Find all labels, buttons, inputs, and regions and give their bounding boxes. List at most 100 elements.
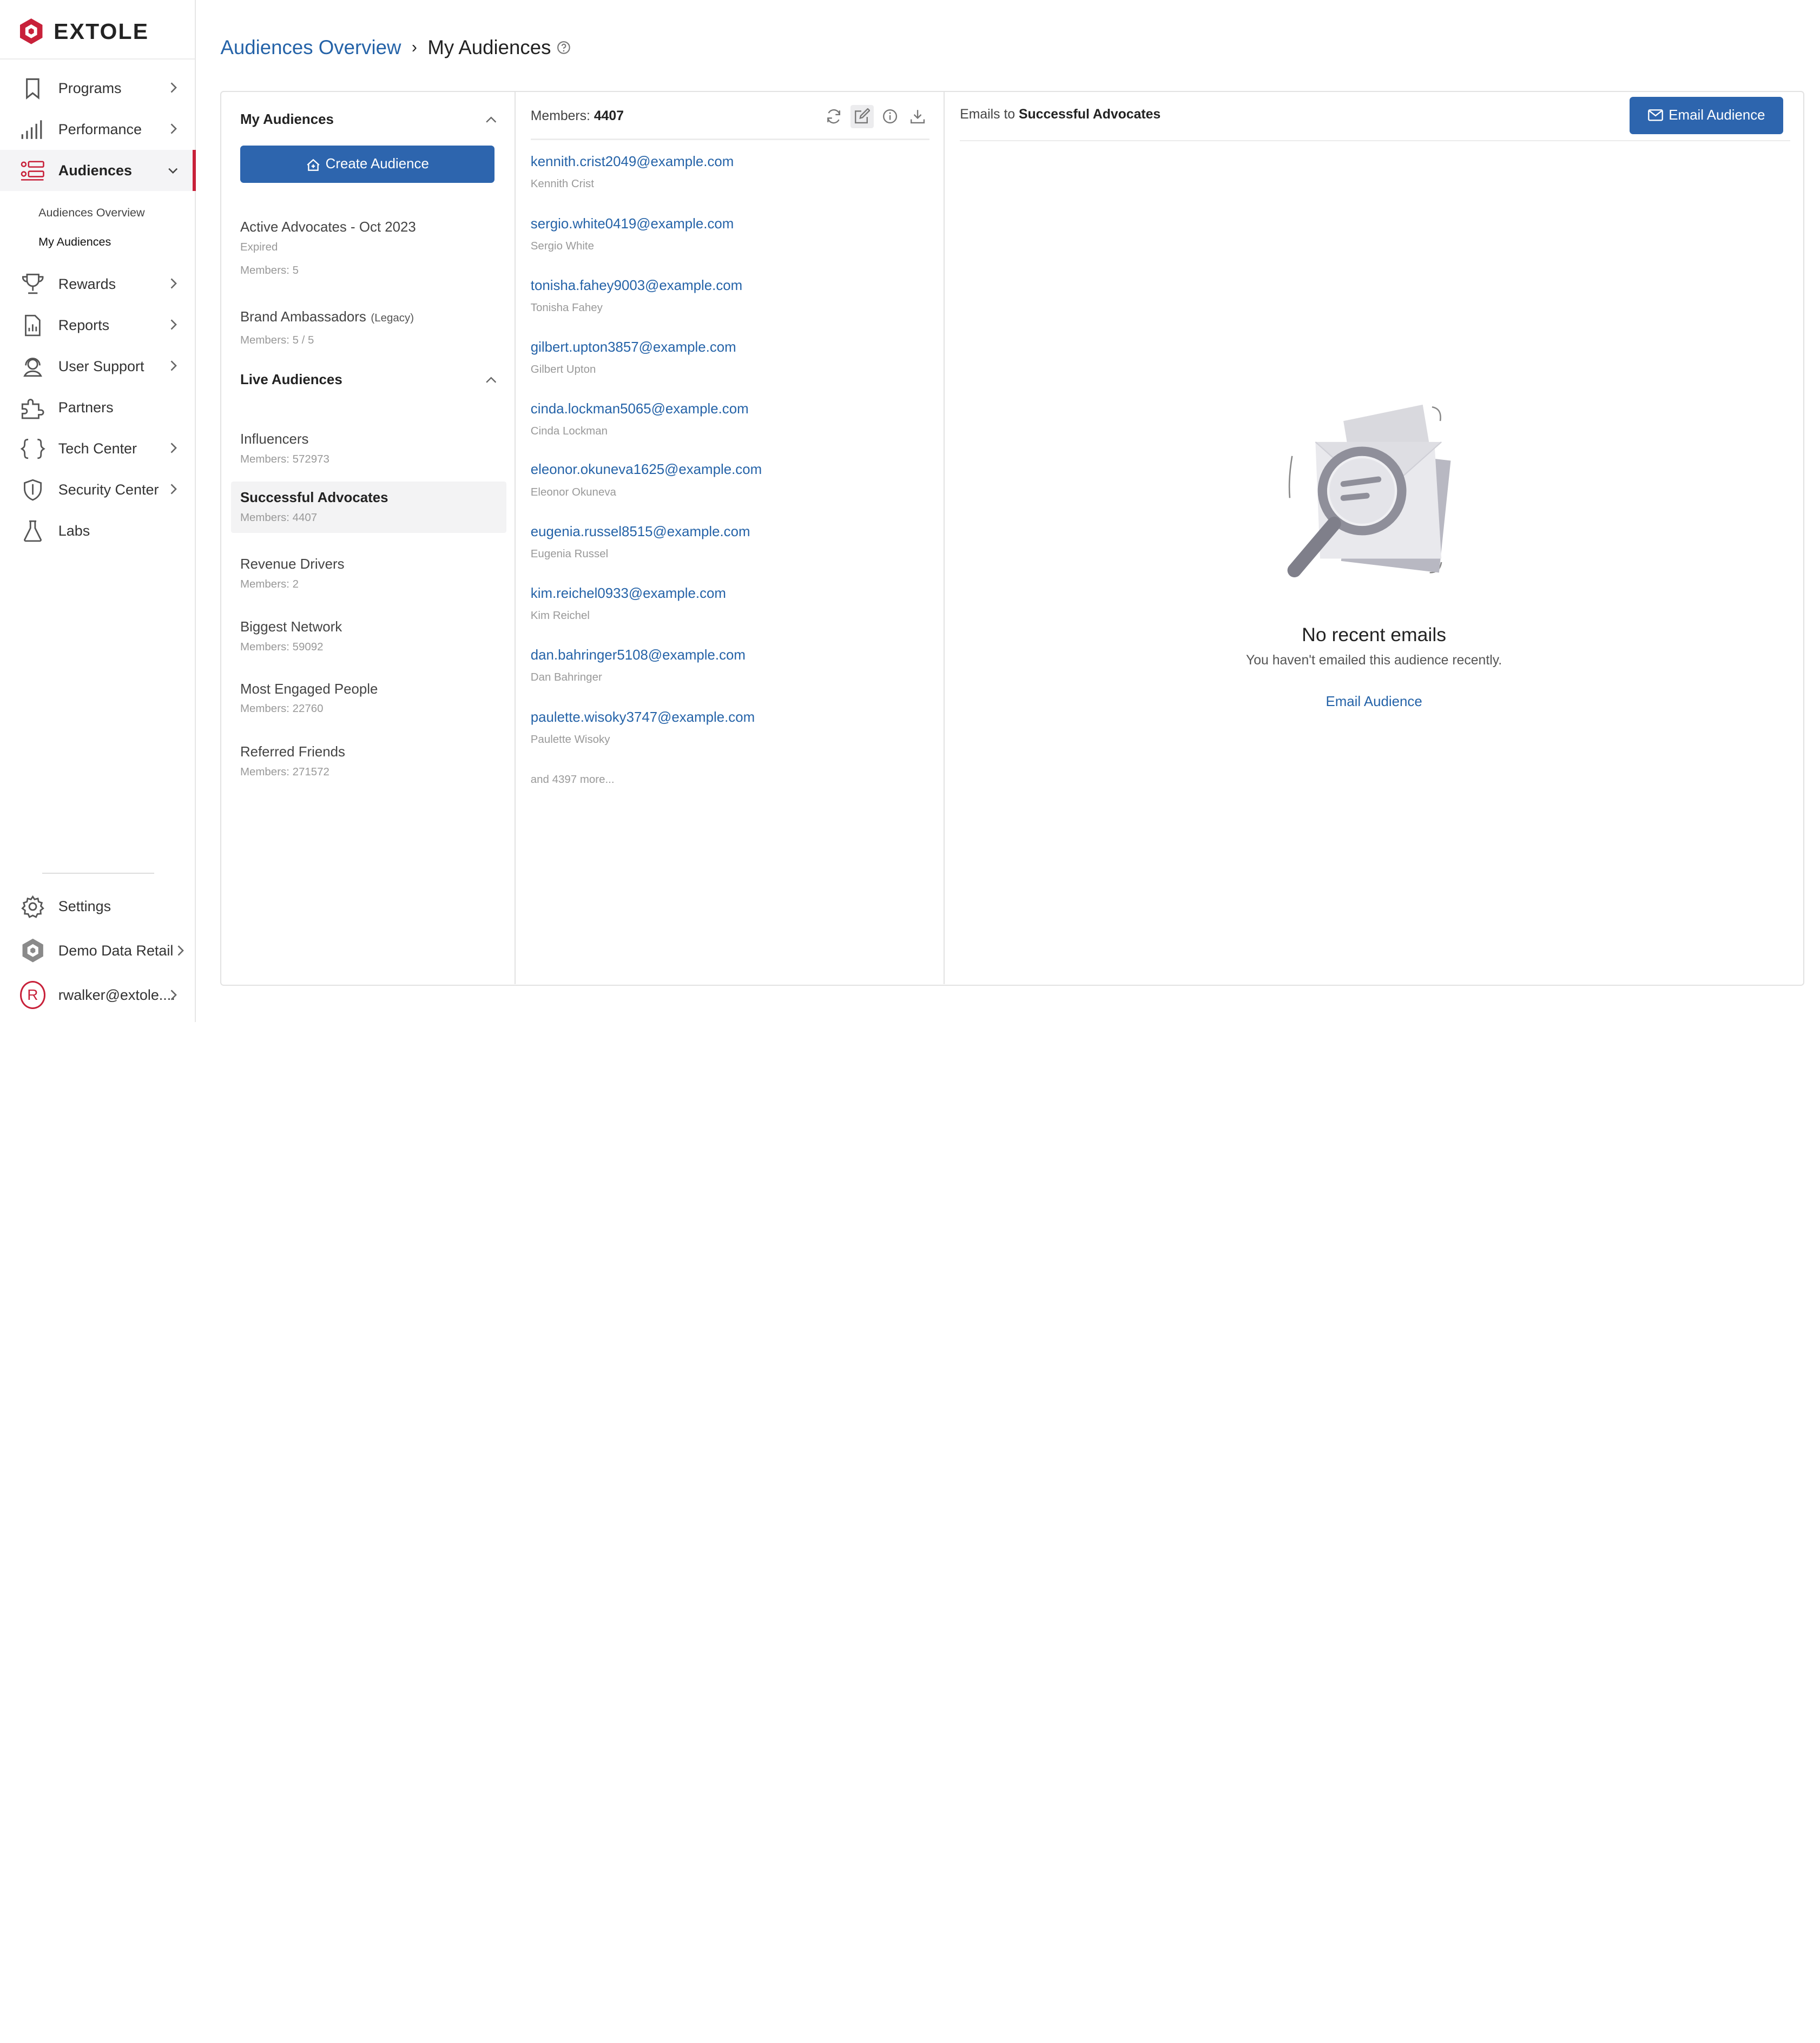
- audience-item-biggest-network[interactable]: Biggest Network Members: 59092: [231, 611, 506, 664]
- nav-item-performance[interactable]: Performance: [0, 109, 195, 150]
- main-nav: Programs Performance Audiences Audiences…: [0, 68, 196, 552]
- edit-button[interactable]: [850, 104, 874, 128]
- member-email-link[interactable]: paulette.wisoky3747@example.com: [531, 708, 915, 727]
- chevron-right-icon: [171, 360, 177, 371]
- subnav-my-audiences[interactable]: My Audiences: [0, 227, 195, 256]
- audience-members: Members: 5 / 5: [240, 334, 314, 347]
- members-header: Members: 4407: [531, 104, 929, 129]
- audience-members: Members: 572973: [240, 453, 329, 466]
- app: EXTOLE Programs Performance Audiences Au…: [0, 0, 1819, 1022]
- audience-name: Referred Friends: [240, 744, 345, 760]
- member-item: cinda.lockman5065@example.com Cinda Lock…: [531, 400, 915, 439]
- refresh-button[interactable]: [822, 105, 846, 128]
- nav-item-labs[interactable]: Labs: [0, 511, 195, 552]
- headset-icon: [20, 353, 45, 379]
- empty-state-subtitle: You haven't emailed this audience recent…: [1246, 653, 1502, 668]
- member-name: Eleonor Okuneva: [530, 485, 616, 498]
- nav-item-security-center[interactable]: Security Center: [0, 469, 195, 510]
- member-item: gilbert.upton3857@example.com Gilbert Up…: [531, 338, 915, 378]
- nav-item-reports[interactable]: Reports: [0, 305, 195, 346]
- member-email-link[interactable]: dan.bahringer5108@example.com: [531, 646, 915, 665]
- flask-icon: [20, 518, 45, 544]
- breadcrumb-separator-icon: ›: [411, 38, 417, 57]
- nav-item-tech-center[interactable]: Tech Center: [0, 428, 195, 469]
- audience-item-revenue-drivers[interactable]: Revenue Drivers Members: 2: [231, 548, 506, 601]
- nav-label: Labs: [58, 523, 90, 539]
- nav-item-programs[interactable]: Programs: [0, 68, 195, 109]
- nav-label: Performance: [58, 121, 142, 137]
- chevron-up-icon[interactable]: [485, 377, 497, 384]
- audience-name: Successful Advocates: [240, 490, 388, 506]
- audience-item-referred-friends[interactable]: Referred Friends Members: 271572: [231, 736, 506, 788]
- audience-item-most-engaged-people[interactable]: Most Engaged People Members: 22760: [231, 673, 506, 726]
- audience-item-active-advocates[interactable]: Active Advocates - Oct 2023 Expired Memb…: [231, 211, 506, 287]
- nav-item-rewards[interactable]: Rewards: [0, 263, 195, 305]
- brand-name: EXTOLE: [54, 18, 149, 44]
- breadcrumb-audiences-overview[interactable]: Audiences Overview: [220, 36, 401, 59]
- create-audience-icon: [307, 159, 320, 171]
- user-menu[interactable]: R rwalker@extole....: [0, 973, 195, 1017]
- audience-item-successful-advocates[interactable]: Successful Advocates Members: 4407: [230, 482, 506, 533]
- empty-emails-illustration-icon: [1288, 404, 1451, 578]
- chevron-up-icon[interactable]: [485, 116, 497, 123]
- audience-name: Brand Ambassadors: [240, 309, 366, 325]
- audience-name: Biggest Network: [240, 620, 342, 635]
- audience-members: Members: 4407: [240, 511, 318, 524]
- account-switcher[interactable]: Demo Data Retail: [0, 928, 195, 973]
- nav-item-partners[interactable]: Partners: [0, 387, 195, 428]
- audience-item-influencers[interactable]: Influencers Members: 572973: [231, 423, 506, 476]
- audience-members: Members: 271572: [240, 765, 329, 778]
- member-email-link[interactable]: cinda.lockman5065@example.com: [531, 400, 915, 419]
- member-email-link[interactable]: sergio.white0419@example.com: [531, 215, 915, 234]
- member-email-link[interactable]: eleonor.okuneva1625@example.com: [531, 460, 915, 479]
- audience-name: Influencers: [240, 432, 309, 447]
- subnav-audiences-overview[interactable]: Audiences Overview: [0, 198, 195, 227]
- empty-state-email-audience-link[interactable]: Email Audience: [945, 694, 1803, 710]
- info-icon: [882, 109, 897, 124]
- audience-members: Members: 5: [240, 263, 299, 276]
- edit-icon: [855, 108, 871, 124]
- members-label: Members:: [530, 109, 590, 124]
- sidebar: EXTOLE Programs Performance Audiences Au…: [0, 0, 196, 1022]
- audience-item-brand-ambassadors[interactable]: Brand Ambassadors (Legacy) Members: 5 / 5: [231, 301, 506, 355]
- member-item: kim.reichel0933@example.com Kim Reichel: [531, 584, 915, 624]
- email-audience-button[interactable]: Email Audience: [1629, 96, 1784, 134]
- member-email-link[interactable]: tonisha.fahey9003@example.com: [531, 276, 915, 295]
- empty-state-title: No recent emails: [1302, 624, 1446, 646]
- audience-members: Members: 2: [240, 577, 299, 590]
- bar-chart-icon: [20, 116, 45, 142]
- info-button[interactable]: [878, 105, 901, 128]
- breadcrumb: Audiences Overview › My Audiences: [220, 35, 571, 61]
- members-toolbar: [822, 104, 929, 128]
- chevron-right-icon: [171, 278, 177, 289]
- download-button[interactable]: [906, 105, 929, 128]
- audiences-icon: [20, 158, 45, 183]
- create-audience-button[interactable]: Create Audience: [240, 146, 494, 183]
- extole-logo[interactable]: EXTOLE: [18, 16, 149, 47]
- audience-members: Members: 59092: [240, 641, 324, 654]
- divider: [960, 140, 1791, 141]
- email-audience-label: Email Audience: [1669, 107, 1765, 123]
- audience-status: Expired: [240, 240, 278, 253]
- account-name: Demo Data Retail: [58, 942, 174, 959]
- my-audiences-header[interactable]: My Audiences: [240, 108, 497, 131]
- nav-item-settings[interactable]: Settings: [0, 884, 195, 928]
- member-name: Sergio White: [530, 239, 594, 252]
- envelope-icon: [1647, 109, 1663, 121]
- help-icon[interactable]: [557, 41, 571, 55]
- divider: [530, 139, 930, 140]
- member-item: sergio.white0419@example.com Sergio Whit…: [531, 215, 915, 254]
- nav-item-user-support[interactable]: User Support: [0, 346, 195, 387]
- member-email-link[interactable]: kim.reichel0933@example.com: [531, 584, 915, 603]
- section-title: Live Audiences: [240, 372, 342, 388]
- nav-item-audiences[interactable]: Audiences: [0, 150, 196, 192]
- nav-label: Reports: [58, 317, 110, 333]
- audience-members: Members: 22760: [240, 702, 324, 715]
- member-email-link[interactable]: eugenia.russel8515@example.com: [531, 523, 915, 542]
- live-audiences-header[interactable]: Live Audiences: [240, 368, 497, 392]
- bookmark-icon: [20, 75, 45, 101]
- member-email-link[interactable]: kennith.crist2049@example.com: [531, 153, 915, 172]
- member-email-link[interactable]: gilbert.upton3857@example.com: [531, 338, 915, 357]
- report-icon: [20, 312, 45, 338]
- members-count: Members: 4407: [531, 109, 624, 124]
